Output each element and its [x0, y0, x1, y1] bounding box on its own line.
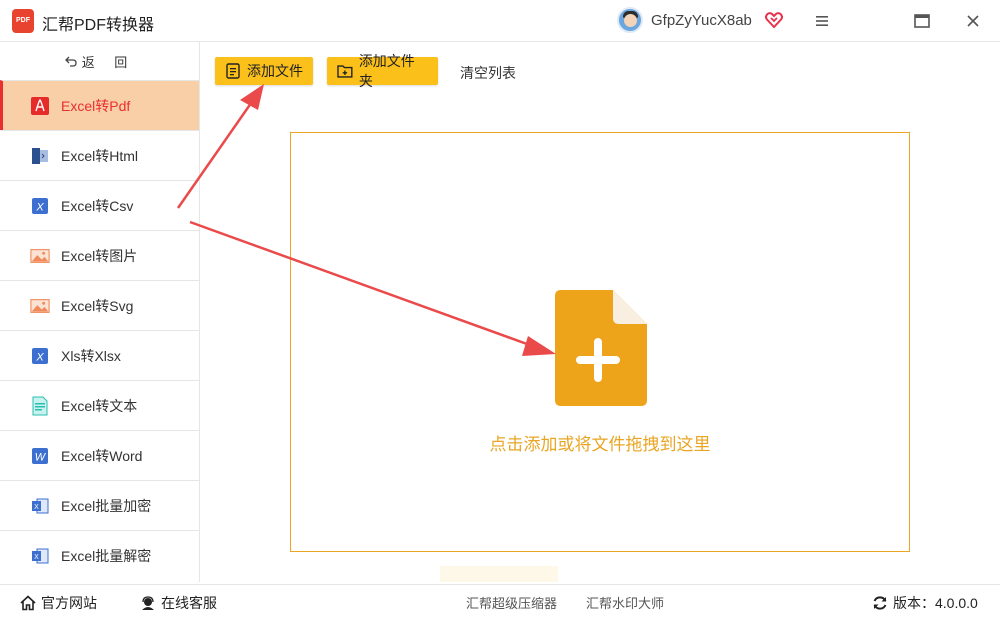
sidebar-item-excel-batch-encrypt[interactable]: X Excel批量加密 [0, 480, 199, 530]
add-folder-button[interactable]: 添加文件夹 [327, 53, 438, 89]
svg-text:X: X [34, 504, 39, 511]
sidebar-item-label: Excel批量加密 [61, 497, 152, 514]
refresh-icon [873, 596, 887, 610]
excel-icon: X [30, 496, 50, 516]
version-label: 版本：4.0.0.0 [893, 595, 978, 611]
sidebar: 返 回 Excel转Pdf Excel转Html X Excel转Csv Exc… [0, 42, 200, 582]
sidebar-item-label: Excel转Pdf [61, 97, 131, 114]
pdf-icon [30, 96, 50, 116]
html-icon [30, 146, 50, 166]
official-website-link[interactable]: 官方网站 [20, 593, 97, 613]
excel-icon: X [30, 546, 50, 566]
file-list-icon [226, 63, 240, 79]
home-icon [20, 595, 36, 611]
sidebar-item-excel-to-csv[interactable]: X Excel转Csv [0, 180, 199, 230]
sidebar-item-label: Excel批量解密 [61, 547, 152, 564]
sidebar-item-label: Excel转图片 [61, 247, 138, 264]
add-folder-label: 添加文件夹 [358, 53, 415, 89]
sidebar-item-excel-to-text[interactable]: Excel转文本 [0, 380, 199, 430]
compressor-link[interactable]: 汇帮超级压缩器 [466, 593, 557, 612]
sidebar-item-label: Excel转Csv [61, 197, 134, 214]
svg-text:X: X [35, 351, 44, 363]
username[interactable]: GfpZyYucX8ab [651, 12, 752, 29]
sidebar-item-excel-to-pdf[interactable]: Excel转Pdf [0, 80, 199, 130]
avatar[interactable] [617, 7, 643, 33]
back-arrow-icon [64, 56, 77, 67]
svg-text:X: X [35, 201, 44, 213]
title-bar: PDF 汇帮PDF转换器 GfpZyYucX8ab [0, 0, 1000, 42]
app-title: 汇帮PDF转换器 [42, 17, 155, 34]
add-document-icon[interactable] [555, 290, 647, 406]
add-file-button[interactable]: 添加文件 [215, 57, 313, 85]
online-service-label: 在线客服 [161, 595, 217, 611]
start-button-shadow [440, 566, 558, 582]
sidebar-item-label: Xls转Xlsx [61, 347, 121, 364]
sidebar-item-excel-batch-decrypt[interactable]: X Excel批量解密 [0, 530, 199, 580]
menu-icon[interactable] [810, 9, 834, 33]
sidebar-item-label: Excel转文本 [61, 397, 138, 414]
sidebar-item-excel-to-html[interactable]: Excel转Html [0, 130, 199, 180]
sidebar-item-label: Excel转Word [61, 447, 143, 464]
version-info[interactable]: 版本：4.0.0.0 [872, 593, 978, 613]
excel-x-icon: X [30, 196, 50, 216]
svg-text:X: X [34, 554, 39, 561]
sidebar-item-excel-to-image[interactable]: Excel转图片 [0, 230, 199, 280]
headset-icon [142, 596, 154, 610]
text-file-icon [30, 396, 50, 416]
clear-list-button[interactable]: 清空列表 [460, 63, 516, 83]
image-icon [30, 246, 50, 266]
add-file-label: 添加文件 [247, 63, 303, 79]
vip-heart-icon[interactable] [765, 11, 783, 29]
excel-x-icon: X [30, 346, 50, 366]
footer: 官方网站 在线客服 汇帮超级压缩器 汇帮水印大师 版本：4.0.0.0 [0, 584, 1000, 617]
back-button[interactable]: 返 回 [0, 42, 199, 80]
sidebar-item-excel-to-svg[interactable]: Excel转Svg [0, 280, 199, 330]
maximize-icon[interactable] [910, 9, 934, 33]
sidebar-item-excel-to-word[interactable]: W Excel转Word [0, 430, 199, 480]
back-label: 返 回 [81, 54, 136, 70]
folder-plus-icon [337, 65, 353, 78]
official-website-label: 官方网站 [41, 595, 97, 611]
app-logo: PDF [12, 9, 34, 33]
image-icon [30, 296, 50, 316]
online-service-link[interactable]: 在线客服 [140, 593, 217, 613]
sidebar-item-xls-to-xlsx[interactable]: X Xls转Xlsx [0, 330, 199, 380]
close-icon[interactable] [961, 9, 985, 33]
watermark-link[interactable]: 汇帮水印大师 [586, 593, 664, 612]
sidebar-item-label: Excel转Html [61, 147, 139, 164]
file-drop-zone[interactable]: 点击添加或将文件拖拽到这里 [290, 132, 910, 552]
drop-hint: 点击添加或将文件拖拽到这里 [489, 435, 711, 454]
sidebar-item-label: Excel转Svg [61, 297, 134, 314]
word-icon: W [30, 446, 50, 466]
svg-text:W: W [35, 451, 47, 463]
